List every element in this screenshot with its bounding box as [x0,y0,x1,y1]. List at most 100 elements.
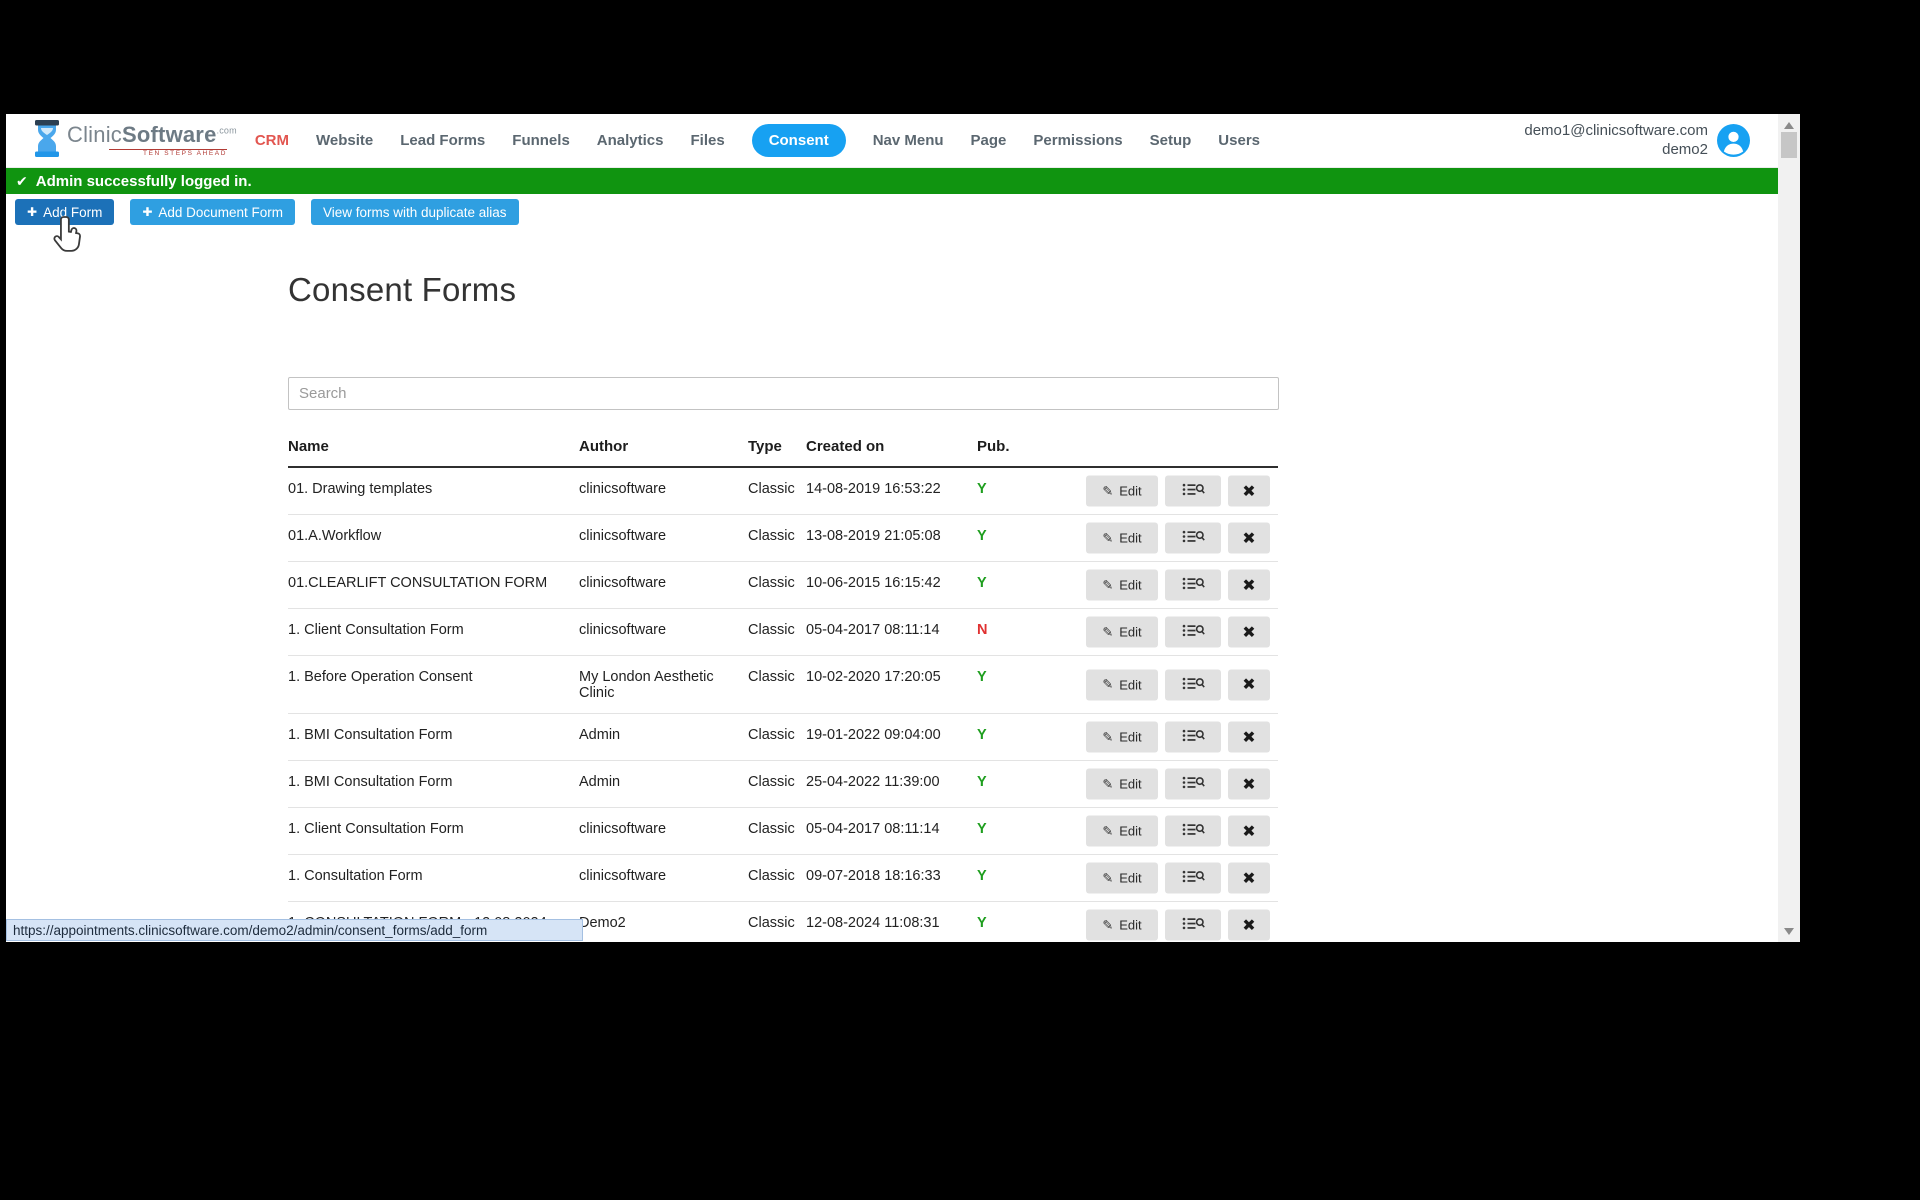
main-nav: CRM Website Lead Forms Funnels Analytics File… [255,124,1260,157]
delete-button[interactable]: ✖ [1228,910,1270,941]
view-duplicate-alias-button[interactable]: View forms with duplicate alias [311,199,519,225]
view-entries-button[interactable] [1165,816,1221,847]
nav-item-page[interactable]: Page [971,132,1007,149]
search-input[interactable] [288,377,1279,410]
pencil-icon: ✎ [1102,823,1113,839]
nav-item-permissions[interactable]: Permissions [1033,132,1122,149]
nav-item-funnels[interactable]: Funnels [512,132,570,149]
delete-button[interactable]: ✖ [1228,769,1270,800]
x-icon: ✖ [1242,528,1255,548]
edit-button[interactable]: ✎ Edit [1086,816,1158,847]
form-published-cell: Y [977,761,1068,790]
nav-item-nav-menu[interactable]: Nav Menu [873,132,944,149]
pencil-icon: ✎ [1102,677,1113,693]
delete-button[interactable]: ✖ [1228,570,1270,601]
view-entries-button[interactable] [1165,863,1221,894]
column-header-type: Type [748,438,806,455]
form-author-cell: clinicsoftware [579,808,748,837]
view-entries-button[interactable] [1165,570,1221,601]
form-author-cell: clinicsoftware [579,855,748,884]
view-entries-button[interactable] [1165,476,1221,507]
column-header-name: Name [288,438,579,455]
list-search-icon [1182,729,1205,746]
form-created-cell: 12-08-2024 11:08:31 [806,902,977,931]
table-row: 1. BMI Consultation Form Admin Classic 1… [288,714,1278,761]
nav-item-users[interactable]: Users [1218,132,1260,149]
form-published-cell: Y [977,515,1068,544]
edit-button[interactable]: ✎ Edit [1086,617,1158,648]
triangle-up-icon [1784,122,1794,129]
list-search-icon [1182,776,1205,793]
user-email: demo1@clinicsoftware.com [1524,122,1708,141]
x-icon: ✖ [1242,868,1255,888]
form-name-cell: 1. Consultation Form [288,855,579,884]
delete-button[interactable]: ✖ [1228,476,1270,507]
scroll-down-arrow[interactable] [1778,923,1800,939]
column-header-created: Created on [806,438,977,455]
form-name-cell: 01. Drawing templates [288,468,579,497]
edit-button[interactable]: ✎ Edit [1086,570,1158,601]
nav-item-consent[interactable]: Consent [752,124,846,157]
plus-icon: ✚ [142,205,152,219]
nav-item-setup[interactable]: Setup [1150,132,1192,149]
form-name-cell: 1. Client Consultation Form [288,609,579,638]
form-created-cell: 14-08-2019 16:53:22 [806,468,977,497]
user-avatar-icon[interactable] [1717,124,1750,157]
view-entries-button[interactable] [1165,722,1221,753]
edit-button[interactable]: ✎ Edit [1086,722,1158,753]
link-preview-url: https://appointments.clinicsoftware.com/… [13,923,487,938]
pencil-icon: ✎ [1102,776,1113,792]
x-icon: ✖ [1242,481,1255,501]
x-icon: ✖ [1242,727,1255,747]
nav-item-analytics[interactable]: Analytics [597,132,664,149]
scrollbar-thumb[interactable] [1781,132,1797,158]
form-published-cell: Y [977,562,1068,591]
list-search-icon [1182,624,1205,641]
delete-button[interactable]: ✖ [1228,863,1270,894]
add-document-form-button[interactable]: ✚ Add Document Form [130,199,295,225]
vertical-scrollbar[interactable] [1778,114,1800,942]
form-published-cell: Y [977,468,1068,497]
delete-button[interactable]: ✖ [1228,523,1270,554]
delete-button[interactable]: ✖ [1228,669,1270,700]
form-author-cell: clinicsoftware [579,515,748,544]
form-published-cell: Y [977,855,1068,884]
nav-item-crm[interactable]: CRM [255,132,289,149]
edit-button[interactable]: ✎ Edit [1086,476,1158,507]
form-author-cell: My London Aesthetic Clinic [579,656,748,701]
delete-button[interactable]: ✖ [1228,722,1270,753]
view-entries-button[interactable] [1165,910,1221,941]
edit-button[interactable]: ✎ Edit [1086,910,1158,941]
nav-item-website[interactable]: Website [316,132,373,149]
hourglass-logo-icon [34,120,60,162]
pencil-icon: ✎ [1102,729,1113,745]
delete-button[interactable]: ✖ [1228,617,1270,648]
form-created-cell: 10-02-2020 17:20:05 [806,656,977,685]
view-entries-button[interactable] [1165,523,1221,554]
view-entries-button[interactable] [1165,617,1221,648]
brand-tagline: TEN STEPS AHEAD [109,149,227,158]
user-area: demo1@clinicsoftware.com demo2 [1524,122,1750,160]
view-entries-button[interactable] [1165,669,1221,700]
nav-item-lead-forms[interactable]: Lead Forms [400,132,485,149]
clinicsoftware-logo[interactable]: ClinicSoftware.com TEN STEPS AHEAD [34,120,237,162]
edit-button[interactable]: ✎ Edit [1086,669,1158,700]
x-icon: ✖ [1242,675,1255,695]
form-name-cell: 1. Client Consultation Form [288,808,579,837]
x-icon: ✖ [1242,575,1255,595]
view-entries-button[interactable] [1165,769,1221,800]
scroll-up-arrow[interactable] [1778,117,1800,133]
edit-button[interactable]: ✎ Edit [1086,769,1158,800]
nav-item-files[interactable]: Files [691,132,725,149]
column-header-pub: Pub. [977,438,1068,455]
toolbar: ✚ Add Form ✚ Add Document Form View form… [6,194,1778,225]
form-created-cell: 10-06-2015 16:15:42 [806,562,977,591]
table-row: 1. Before Operation Consent My London Ae… [288,656,1278,714]
edit-button[interactable]: ✎ Edit [1086,523,1158,554]
form-author-cell: clinicsoftware [579,562,748,591]
form-created-cell: 13-08-2019 21:05:08 [806,515,977,544]
edit-button[interactable]: ✎ Edit [1086,863,1158,894]
form-type-cell: Classic [748,609,806,638]
triangle-down-icon [1784,928,1794,935]
delete-button[interactable]: ✖ [1228,816,1270,847]
